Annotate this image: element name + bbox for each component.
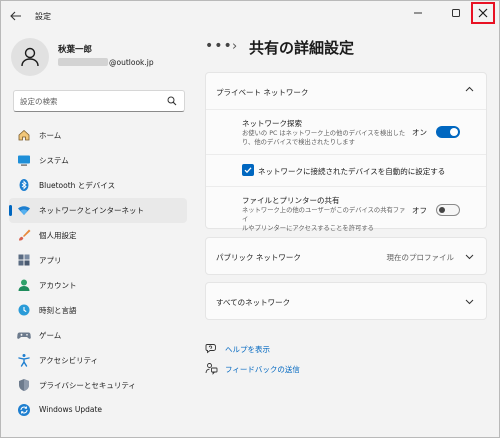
auto-setup-row: ネットワークに接続されたデバイスを自動的に設定する bbox=[206, 154, 486, 186]
network-discovery-state: オン bbox=[412, 128, 427, 137]
gamepad-icon bbox=[17, 332, 31, 339]
close-icon bbox=[478, 8, 488, 18]
back-button[interactable] bbox=[7, 9, 25, 23]
sidebar-item-label: ホーム bbox=[39, 131, 62, 140]
sidebar-item-bluetooth[interactable]: Bluetooth とデバイス bbox=[9, 173, 187, 198]
all-networks-card[interactable]: すべてのネットワーク bbox=[205, 282, 487, 320]
file-sharing-toggle[interactable] bbox=[436, 204, 460, 216]
sidebar-nav: ホーム システム Bluetooth とデバイス ネットワークとインターネット bbox=[9, 123, 187, 423]
page-title: 共有の詳細設定 bbox=[249, 39, 355, 57]
file-sharing-state: オフ bbox=[412, 206, 427, 215]
sidebar-item-label: プライバシーとセキュリティ bbox=[39, 381, 136, 390]
sidebar-item-label: システム bbox=[39, 156, 69, 165]
sidebar-item-label: ネットワークとインターネット bbox=[39, 206, 144, 215]
sidebar-item-label: 時刻と言語 bbox=[39, 306, 77, 315]
apps-icon bbox=[18, 254, 30, 266]
file-sharing-row: ファイルとプリンターの共有 ネットワーク上の他のユーザーがこのデバイスの共有ファ… bbox=[206, 186, 486, 232]
accessibility-icon bbox=[18, 354, 30, 367]
account-icon bbox=[18, 279, 30, 291]
public-network-title: パブリック ネットワーク bbox=[216, 253, 301, 262]
globe-icon bbox=[18, 304, 30, 316]
sidebar-item-time-language[interactable]: 時刻と言語 bbox=[9, 298, 187, 323]
help-icon bbox=[205, 344, 216, 354]
sidebar-item-label: アカウント bbox=[39, 281, 77, 290]
file-sharing-description: ネットワーク上の他のユーザーがこのデバイスの共有ファイ ルやプリンターにアクセス… bbox=[242, 206, 407, 233]
chevron-down-icon bbox=[465, 299, 474, 305]
sidebar-item-network[interactable]: ネットワークとインターネット bbox=[9, 198, 187, 223]
all-networks-title: すべてのネットワーク bbox=[216, 298, 291, 307]
chevron-up-icon bbox=[465, 86, 474, 92]
email-redaction bbox=[58, 58, 108, 66]
avatar bbox=[11, 38, 49, 76]
close-button[interactable] bbox=[471, 2, 495, 24]
maximize-button[interactable] bbox=[443, 2, 469, 24]
toggle-knob bbox=[450, 128, 458, 136]
network-discovery-row: ネットワーク探索 お使いの PC はネットワーク上の他のデバイスを検出した り、… bbox=[206, 109, 486, 154]
sidebar-item-label: ゲーム bbox=[39, 331, 62, 340]
description-line: ルやプリンターにアクセスすることを許可する bbox=[242, 225, 374, 232]
app-title: 設定 bbox=[35, 12, 51, 21]
system-icon bbox=[18, 155, 30, 166]
search-input[interactable] bbox=[20, 94, 160, 108]
brush-icon bbox=[19, 229, 31, 241]
user-name: 秋葉一郎 bbox=[58, 45, 93, 55]
auto-setup-checkbox[interactable] bbox=[242, 164, 254, 176]
description-line: お使いの PC はネットワーク上の他のデバイスを検出した bbox=[242, 130, 406, 137]
current-profile-label: 現在のプロファイル bbox=[386, 253, 455, 262]
sidebar-item-personalization[interactable]: 個人用設定 bbox=[9, 223, 187, 248]
person-icon bbox=[21, 47, 39, 67]
sidebar-item-home[interactable]: ホーム bbox=[9, 123, 187, 148]
sidebar-item-accessibility[interactable]: アクセシビリティ bbox=[9, 348, 187, 373]
sidebar-item-apps[interactable]: アプリ bbox=[9, 248, 187, 273]
email-domain: @outlook.jp bbox=[109, 58, 154, 67]
bluetooth-icon bbox=[19, 179, 29, 191]
sidebar-item-label: アクセシビリティ bbox=[39, 356, 99, 365]
sidebar-item-accounts[interactable]: アカウント bbox=[9, 273, 187, 298]
private-network-title: プライベート ネットワーク bbox=[216, 88, 309, 97]
settings-search[interactable] bbox=[13, 90, 185, 112]
sidebar-item-system[interactable]: システム bbox=[9, 148, 187, 173]
minimize-icon bbox=[414, 12, 422, 14]
user-email: @outlook.jp bbox=[58, 58, 154, 67]
network-discovery-title: ネットワーク探索 bbox=[242, 119, 302, 128]
sidebar-item-label: アプリ bbox=[39, 256, 62, 265]
shield-icon bbox=[19, 379, 29, 391]
user-profile[interactable]: 秋葉一郎 @outlook.jp bbox=[11, 36, 191, 76]
arrow-left-icon bbox=[10, 11, 21, 21]
wifi-icon bbox=[18, 206, 30, 215]
windows-update-icon bbox=[18, 404, 30, 416]
sidebar-item-gaming[interactable]: ゲーム bbox=[9, 323, 187, 348]
checkmark-icon bbox=[244, 167, 252, 174]
breadcrumb-separator: › bbox=[232, 39, 238, 54]
feedback-icon bbox=[205, 363, 218, 375]
public-network-card[interactable]: パブリック ネットワーク 現在のプロファイル bbox=[205, 237, 487, 275]
private-network-card: プライベート ネットワーク ネットワーク探索 お使いの PC はネットワーク上の… bbox=[205, 72, 487, 232]
file-sharing-title: ファイルとプリンターの共有 bbox=[242, 196, 340, 205]
sidebar-item-privacy[interactable]: プライバシーとセキュリティ bbox=[9, 373, 187, 398]
breadcrumb-overflow-button[interactable]: ••• bbox=[205, 38, 233, 54]
minimize-button[interactable] bbox=[405, 2, 431, 24]
private-network-header[interactable]: プライベート ネットワーク bbox=[206, 73, 486, 109]
help-link-label[interactable]: ヘルプを表示 bbox=[225, 344, 270, 355]
title-bar: 設定 bbox=[1, 1, 499, 31]
description-line: り、他のデバイスで検出されたりします bbox=[242, 139, 355, 146]
search-icon bbox=[167, 96, 177, 106]
toggle-knob bbox=[439, 207, 445, 213]
home-icon bbox=[18, 129, 30, 141]
sidebar-item-windows-update[interactable]: Windows Update bbox=[9, 398, 187, 423]
sidebar-item-label: Bluetooth とデバイス bbox=[39, 181, 116, 190]
chevron-down-icon bbox=[465, 254, 474, 260]
sidebar-item-label: Windows Update bbox=[39, 405, 103, 414]
auto-setup-label[interactable]: ネットワークに接続されたデバイスを自動的に設定する bbox=[258, 166, 445, 177]
feedback-link-label[interactable]: フィードバックの送信 bbox=[225, 364, 300, 375]
network-discovery-description: お使いの PC はネットワーク上の他のデバイスを検出した り、他のデバイスで検出… bbox=[242, 129, 407, 147]
maximize-icon bbox=[452, 9, 460, 17]
sidebar-item-label: 個人用設定 bbox=[39, 231, 77, 240]
settings-window: 設定 秋葉一郎 @outlook.jp 設定の検索 ホーム システム Bluet… bbox=[0, 0, 500, 438]
network-discovery-toggle[interactable] bbox=[436, 126, 460, 138]
description-line: ネットワーク上の他のユーザーがこのデバイスの共有ファイ bbox=[242, 207, 406, 223]
